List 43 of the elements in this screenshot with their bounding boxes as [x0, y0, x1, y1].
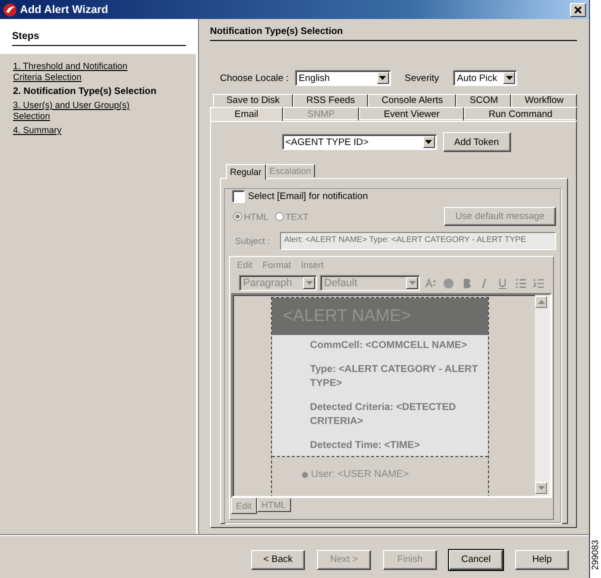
template-line: CommCell: <COMMCELL NAME> — [310, 339, 468, 353]
tab[interactable]: Email — [210, 107, 283, 121]
app-logo-icon — [3, 2, 17, 16]
vertical-scrollbar[interactable] — [535, 295, 550, 496]
template-line: Detected Time: <TIME> — [310, 439, 421, 453]
dropdown-arrow-icon[interactable] — [506, 76, 512, 80]
subject-label: Subject : — [235, 236, 270, 246]
tab[interactable]: RSS Feeds — [293, 94, 368, 107]
step-link[interactable]: 3. User(s) and User Group(s) Selection — [13, 100, 135, 122]
wizard-button[interactable]: Help — [515, 550, 569, 570]
locale-dropdown[interactable]: English — [294, 70, 391, 86]
tab[interactable]: Save to Disk — [213, 94, 294, 107]
dropdown-arrow-icon[interactable] — [425, 140, 432, 144]
figure-number: 299083 — [590, 540, 601, 570]
tab[interactable]: SCOM — [456, 94, 512, 107]
locale-label: Choose Locale : — [220, 72, 289, 84]
checkbox-label: Select [Email] for notification — [248, 191, 368, 202]
bullet-icon — [302, 472, 308, 478]
page-title: Notification Type(s) Selection — [210, 26, 577, 41]
template-line: Detected Criteria: <DETECTED CRITERIA> — [310, 401, 457, 429]
tab[interactable]: Console Alerts — [368, 94, 456, 107]
dropdown-arrow-icon[interactable] — [379, 76, 386, 80]
steps-title: Steps — [12, 31, 186, 46]
close-button[interactable] — [570, 2, 586, 16]
severity-label: Severity — [404, 72, 439, 84]
wizard-button[interactable]: Cancel — [449, 550, 503, 570]
tab[interactable]: Workflow — [511, 94, 577, 107]
severity-dropdown[interactable]: Auto Pick — [453, 70, 517, 86]
tab[interactable]: Regular — [226, 164, 266, 180]
token-dropdown[interactable]: <AGENT TYPE ID> — [282, 134, 436, 150]
template-line: Type: <ALERT CATEGORY - ALERT TYPE> — [310, 363, 479, 391]
window-title: Add Alert Wizard — [20, 4, 110, 16]
step-link[interactable]: 1. Threshold and Notification Criteria Selection — [13, 61, 135, 83]
step-link[interactable]: 4. Summary — [13, 125, 135, 136]
scroll-up-icon[interactable] — [538, 300, 544, 304]
add-token-button[interactable]: Add Token — [442, 132, 510, 152]
tab[interactable]: Run Command — [464, 107, 577, 121]
step-link[interactable]: 2. Notification Type(s) Selection — [13, 86, 183, 97]
close-icon — [574, 6, 582, 14]
tab[interactable]: Event Viewer — [359, 107, 464, 121]
scroll-down-icon[interactable] — [538, 486, 544, 490]
wizard-button[interactable]: < Back — [251, 550, 305, 570]
template-line: User: <USER NAME> — [311, 469, 409, 480]
